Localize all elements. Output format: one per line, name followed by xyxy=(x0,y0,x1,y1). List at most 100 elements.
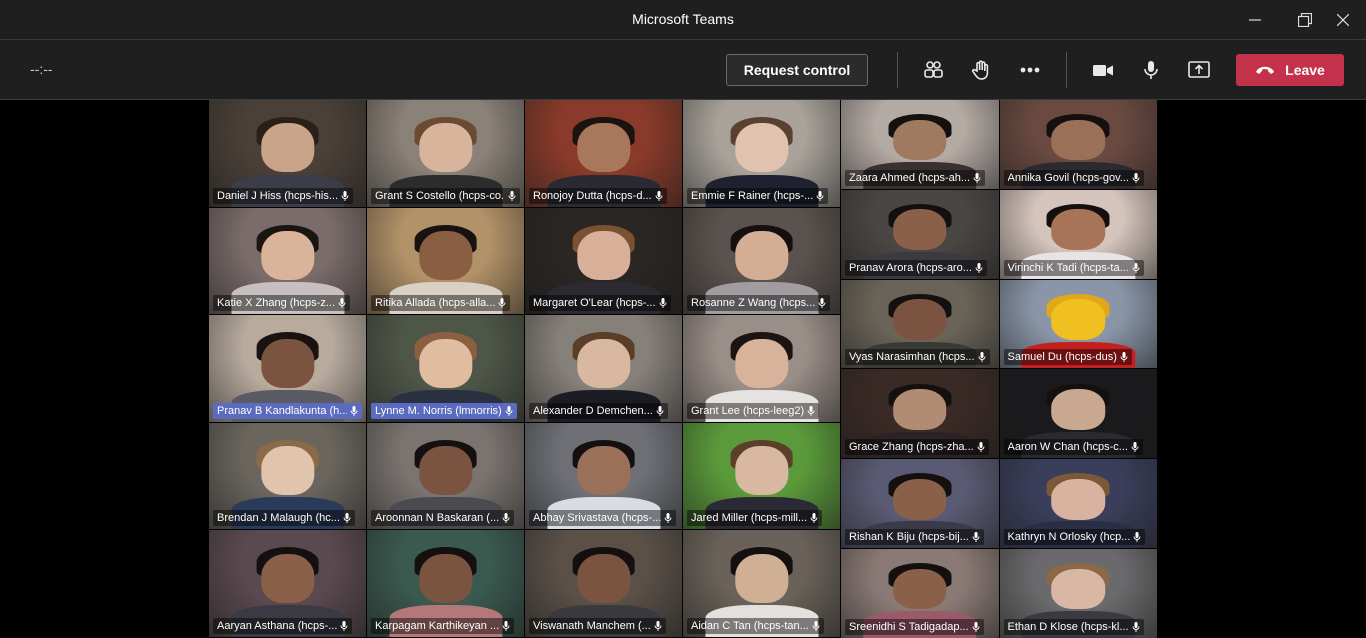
mic-icon xyxy=(812,620,820,631)
more-options-icon[interactable] xyxy=(1014,54,1046,86)
participant-video-tile[interactable]: Brendan J Malaugh (hc... xyxy=(209,422,366,530)
mic-icon xyxy=(973,172,981,183)
participant-video-tile[interactable]: Katie X Zhang (hcps-z... xyxy=(209,207,366,315)
participant-nameplate: Alexander D Demchen... xyxy=(529,402,668,419)
participant-nameplate: Karpagam Karthikeyan ... xyxy=(371,617,515,634)
mic-icon xyxy=(818,298,826,309)
video-grid-main: Daniel J Hiss (hcps-his... Grant S Costel… xyxy=(209,100,840,637)
participant-face xyxy=(734,231,789,281)
participant-video-tile[interactable]: Pranav Arora (hcps-aro... xyxy=(841,189,999,279)
participant-nameplate: Pranav Arora (hcps-aro... xyxy=(845,259,987,276)
participant-face xyxy=(260,553,315,603)
participant-nameplate: Rishan K Biju (hcps-bij... xyxy=(845,528,984,545)
participant-video-tile[interactable]: Emmie F Rainer (hcps-... xyxy=(683,100,840,207)
participant-name: Katie X Zhang (hcps-z... xyxy=(217,297,335,310)
camera-icon[interactable] xyxy=(1087,54,1119,86)
minimize-icon[interactable] xyxy=(1232,0,1278,40)
participant-nameplate: Ethan D Klose (hcps-kl... xyxy=(1003,618,1144,635)
participant-video-tile[interactable]: Alexander D Demchen... xyxy=(525,315,682,422)
microphone-icon[interactable] xyxy=(1135,54,1167,86)
mic-icon xyxy=(810,513,818,524)
mic-icon xyxy=(664,513,672,524)
participant-name: Alexander D Demchen... xyxy=(533,404,653,417)
participant-video-tile[interactable]: Kathryn N Orlosky (hcp... xyxy=(999,459,1157,548)
participant-name: Jared Miller (hcps-mill... xyxy=(691,512,808,525)
participant-face xyxy=(892,568,947,610)
participant-name: Sreenidhi S Tadigadap... xyxy=(849,620,969,633)
participant-nameplate: Daniel J Hiss (hcps-his... xyxy=(213,187,354,204)
participant-video-tile[interactable]: Grace Zhang (hcps-zha... xyxy=(841,369,999,459)
request-control-button[interactable]: Request control xyxy=(726,54,868,86)
participant-video-tile[interactable]: Ritika Allada (hcps-alla... xyxy=(367,207,524,315)
participant-video-tile[interactable]: Ronojoy Dutta (hcps-d... xyxy=(525,100,682,207)
participant-video-tile[interactable]: Aroonnan N Baskaran (... xyxy=(367,422,524,530)
participant-name: Grant Lee (hcps-leeg2) xyxy=(691,404,805,417)
participant-video-tile[interactable]: Margaret O'Lear (hcps-... xyxy=(525,207,682,315)
participant-video-tile[interactable]: Virinchi K Tadi (hcps-ta... xyxy=(999,189,1157,279)
participant-nameplate: Zaara Ahmed (hcps-ah... xyxy=(845,169,986,186)
participant-face xyxy=(260,123,315,173)
participants-icon[interactable] xyxy=(917,54,949,86)
mic-icon xyxy=(807,405,815,416)
participant-face xyxy=(1051,568,1106,610)
participant-nameplate: Grant S Costello (hcps-co... xyxy=(371,187,520,204)
participant-video-tile[interactable]: Aidan C Tan (hcps-tan... xyxy=(683,530,840,637)
participant-face xyxy=(1051,299,1106,340)
mic-icon xyxy=(1131,442,1139,453)
participant-video-tile[interactable]: Abhay Srivastava (hcps-... xyxy=(525,422,682,530)
participant-name: Pranav Arora (hcps-aro... xyxy=(849,261,972,274)
meeting-timer: --:-- xyxy=(30,61,53,77)
participant-name: Aaron W Chan (hcps-c... xyxy=(1007,441,1128,454)
participant-name: Ethan D Klose (hcps-kl... xyxy=(1007,620,1129,633)
participant-face xyxy=(418,231,473,281)
participant-name: Grace Zhang (hcps-zha... xyxy=(849,441,974,454)
participant-video-tile[interactable]: Grant Lee (hcps-leeg2) xyxy=(683,315,840,422)
participant-video-tile[interactable]: Samuel Du (hcps-dus) xyxy=(999,279,1157,369)
share-screen-icon[interactable] xyxy=(1183,54,1215,86)
participant-video-tile[interactable]: Jared Miller (hcps-mill... xyxy=(683,422,840,530)
participant-video-tile[interactable]: Lynne M. Norris (lmnorris) xyxy=(367,315,524,422)
participant-face xyxy=(734,123,789,173)
participant-face xyxy=(734,446,789,496)
participant-video-tile[interactable]: Annika Govil (hcps-gov... xyxy=(999,100,1157,189)
participant-video-tile[interactable]: Aaryan Asthana (hcps-... xyxy=(209,530,366,637)
participant-video-tile[interactable]: Viswanath Manchem (... xyxy=(525,530,682,637)
participant-video-tile[interactable]: Rosanne Z Wang (hcps... xyxy=(683,207,840,315)
raise-hand-icon[interactable] xyxy=(965,54,997,86)
participant-nameplate: Ronojoy Dutta (hcps-d... xyxy=(529,187,667,204)
mic-icon xyxy=(350,405,358,416)
participant-nameplate: Emmie F Rainer (hcps-... xyxy=(687,187,829,204)
participant-video-tile[interactable]: Grant S Costello (hcps-co... xyxy=(367,100,524,207)
participant-video-tile[interactable]: Zaara Ahmed (hcps-ah... xyxy=(841,100,999,189)
participant-face xyxy=(892,478,947,520)
participant-name: Daniel J Hiss (hcps-his... xyxy=(217,189,339,202)
close-icon[interactable] xyxy=(1320,0,1366,40)
mic-icon xyxy=(1132,621,1140,632)
mic-icon xyxy=(816,190,824,201)
participant-video-tile[interactable]: Vyas Narasimhan (hcps... xyxy=(841,279,999,369)
participant-video-tile[interactable]: Aaron W Chan (hcps-c... xyxy=(999,369,1157,459)
participant-name: Pranav B Kandlakunta (h... xyxy=(217,404,347,417)
participant-nameplate: Lynne M. Norris (lmnorris) xyxy=(371,402,517,419)
participant-video-tile[interactable]: Pranav B Kandlakunta (h... xyxy=(209,315,366,422)
mic-icon xyxy=(1132,172,1140,183)
participant-face xyxy=(1051,388,1106,430)
participant-video-tile[interactable]: Daniel J Hiss (hcps-his... xyxy=(209,100,366,207)
participant-video-tile[interactable]: Sreenidhi S Tadigadap... xyxy=(841,548,999,638)
participant-nameplate: Ritika Allada (hcps-alla... xyxy=(371,295,511,312)
participant-name: Annika Govil (hcps-gov... xyxy=(1007,171,1129,184)
participant-video-tile[interactable]: Rishan K Biju (hcps-bij... xyxy=(841,459,999,548)
participant-video-tile[interactable]: Ethan D Klose (hcps-kl... xyxy=(999,548,1157,638)
participant-video-tile[interactable]: Karpagam Karthikeyan ... xyxy=(367,530,524,637)
participant-name: Kathryn N Orlosky (hcp... xyxy=(1007,530,1131,543)
participant-face xyxy=(418,553,473,603)
leave-button[interactable]: Leave xyxy=(1236,54,1344,86)
participant-nameplate: Katie X Zhang (hcps-z... xyxy=(213,295,350,312)
mic-icon xyxy=(654,620,662,631)
participant-nameplate: Rosanne Z Wang (hcps... xyxy=(687,295,831,312)
participant-name: Abhay Srivastava (hcps-... xyxy=(533,512,662,525)
mic-icon xyxy=(656,405,664,416)
participant-face xyxy=(1051,119,1106,161)
participant-face xyxy=(576,338,631,388)
participant-name: Emmie F Rainer (hcps-... xyxy=(691,189,814,202)
